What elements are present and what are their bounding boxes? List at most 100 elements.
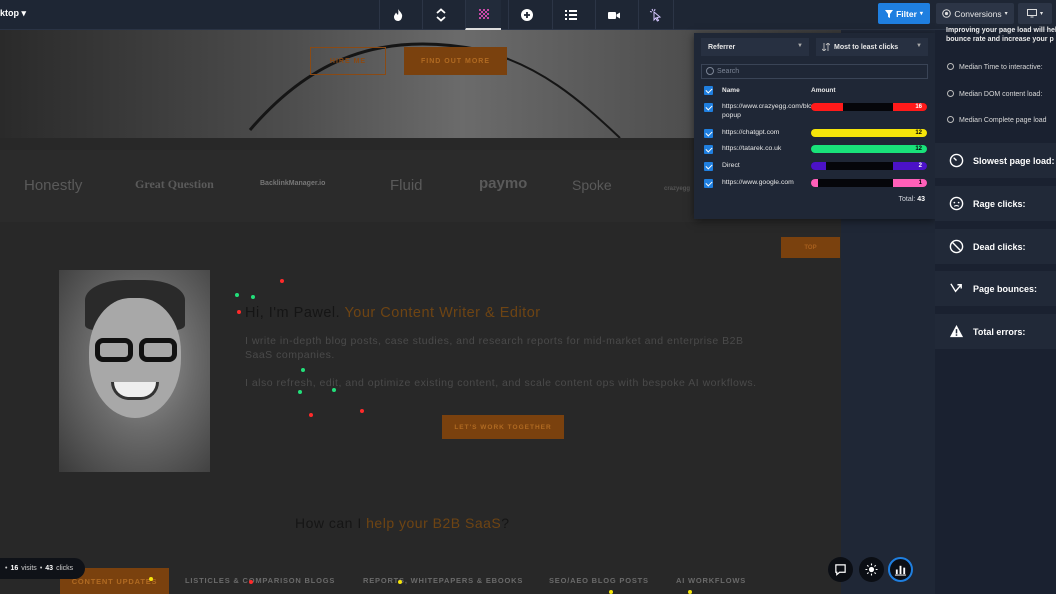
visits-label: visits xyxy=(21,565,37,572)
tool-click-dots[interactable] xyxy=(465,0,501,30)
referrer-row-name: https://tatarek.co.uk xyxy=(722,145,782,152)
angry-face-icon xyxy=(949,196,963,211)
insights-sidebar: Improving your page load will help bounc… xyxy=(935,27,1056,594)
referrer-row-name: Direct xyxy=(722,162,740,169)
sun-icon xyxy=(865,563,878,576)
referrer-bar-fill xyxy=(811,145,898,153)
logo-honestly: Honestly xyxy=(24,177,83,194)
prohibited-icon xyxy=(949,239,963,254)
card-page-bounces[interactable]: Page bounces: xyxy=(935,271,1056,306)
service-tab-ai[interactable]: AI WORKFLOWS xyxy=(676,576,746,585)
referrer-search-input[interactable]: Search xyxy=(701,64,928,79)
services-heading-start: How can I xyxy=(295,515,367,531)
info-icon xyxy=(947,90,954,97)
metric-dom-content-load[interactable]: Median DOM content load: xyxy=(947,90,1042,98)
click-dot xyxy=(301,368,305,372)
referrer-row-name: https://www.google.com xyxy=(722,179,794,186)
services-heading-end: ? xyxy=(501,515,510,531)
chevron-down-icon: ▼ xyxy=(797,43,803,49)
service-tab-seo[interactable]: SEO/AEO BLOG POSTS xyxy=(549,576,649,585)
referrer-bar-fill xyxy=(811,129,898,137)
click-dot xyxy=(249,580,253,584)
tool-heatmap[interactable] xyxy=(379,0,415,30)
monitor-icon xyxy=(1026,9,1037,18)
comments-button[interactable] xyxy=(828,557,853,582)
conversions-button[interactable]: Conversions ▾ xyxy=(936,3,1014,24)
filter-button[interactable]: Filter ▾ xyxy=(878,3,930,24)
display-device-button[interactable]: ▾ xyxy=(1018,3,1052,24)
referrer-total: Total: 43 xyxy=(899,196,925,203)
sort-select-value: Most to least clicks xyxy=(834,43,899,51)
referrer-row-checkbox[interactable] xyxy=(704,162,713,171)
bar-chart-icon xyxy=(894,565,907,576)
bullet-dot-icon: • xyxy=(39,565,43,572)
tool-add[interactable] xyxy=(508,0,544,30)
referrer-row-checkbox[interactable] xyxy=(704,179,713,188)
flame-icon xyxy=(393,9,402,21)
plus-circle-icon xyxy=(520,9,533,21)
intro-greeting: Hi, I'm Pawel. xyxy=(245,305,345,321)
tool-click-cursor[interactable] xyxy=(638,0,674,30)
column-amount-header: Amount xyxy=(811,87,836,94)
click-dot xyxy=(280,279,284,283)
analytics-button[interactable] xyxy=(888,557,913,582)
dimension-select[interactable]: Referrer ▼ xyxy=(701,38,809,56)
scroll-top-button[interactable]: TOP xyxy=(781,237,840,258)
click-dot xyxy=(332,388,336,392)
referrer-row-name: https://www.crazyegg.com/blog/exit-popup xyxy=(722,103,831,119)
insights-tip: Improving your page load will help bounc… xyxy=(946,27,1056,43)
metric-time-to-interactive[interactable]: Median Time to interactive: xyxy=(947,63,1043,71)
list-icon xyxy=(564,10,577,20)
gauge-icon xyxy=(949,153,963,168)
service-tab-reports[interactable]: REPORTS, WHITEPAPERS & EBOOKS xyxy=(363,576,523,585)
bounce-arrow-icon xyxy=(949,283,962,293)
metric-label: Median Time to interactive: xyxy=(959,64,1043,71)
referrer-row-checkbox[interactable] xyxy=(704,103,713,112)
intro-paragraph-1: I write in-depth blog posts, case studie… xyxy=(245,335,744,361)
device-selector[interactable]: ktop ▾ xyxy=(0,8,26,19)
brightness-button[interactable] xyxy=(859,557,884,582)
services-heading: How can I help your B2B SaaS? xyxy=(295,515,510,531)
top-toolbar: ktop ▾ Filter ▾ Conversions ▾ ▾ xyxy=(0,0,1056,30)
card-label: Dead clicks: xyxy=(973,241,1026,252)
click-dot xyxy=(688,590,692,594)
hire-me-button[interactable]: HIRE ME xyxy=(310,47,386,75)
referrer-panel: Referrer ▼ Most to least clicks ▼ Search N… xyxy=(694,33,935,219)
clicks-label: clicks xyxy=(56,565,74,572)
profile-photo xyxy=(59,270,210,472)
tool-recordings[interactable] xyxy=(595,0,631,30)
info-icon xyxy=(947,63,954,70)
card-slowest-page-load[interactable]: Slowest page load: xyxy=(935,143,1056,178)
visits-count: 16 xyxy=(10,565,19,572)
work-together-button[interactable]: LET'S WORK TOGETHER xyxy=(442,415,564,439)
tool-list[interactable] xyxy=(552,0,588,30)
sort-select[interactable]: Most to least clicks ▼ xyxy=(816,38,928,56)
referrer-bar-fill xyxy=(811,162,826,170)
chevron-down-icon: ▾ xyxy=(1004,11,1008,17)
logo-great-question: Great Question xyxy=(135,177,214,191)
find-out-more-button[interactable]: FIND OUT MORE xyxy=(404,47,507,75)
logo-fluid: Fluid xyxy=(390,177,423,194)
metric-complete-page-load[interactable]: Median Complete page load xyxy=(947,116,1047,124)
heatmap-app: HIRE ME FIND OUT MORE Honestly Great Que… xyxy=(0,0,1056,594)
logo-paymo: paymo xyxy=(479,175,528,192)
card-dead-clicks[interactable]: Dead clicks: xyxy=(935,229,1056,264)
total-value: 43 xyxy=(917,196,925,203)
card-label: Slowest page load: xyxy=(973,155,1055,166)
chevron-down-icon: ▾ xyxy=(1039,11,1043,17)
bullet-dot-icon: • xyxy=(5,565,8,572)
card-total-errors[interactable]: Total errors: xyxy=(935,314,1056,349)
video-camera-icon xyxy=(607,12,620,19)
scroll-arrows-icon xyxy=(435,8,446,22)
tool-scrollmap[interactable] xyxy=(422,0,458,30)
referrer-row-checkbox[interactable] xyxy=(704,145,713,154)
select-all-checkbox[interactable] xyxy=(704,86,713,95)
service-tab-listicles[interactable]: LISTICLES & COMPARISON BLOGS xyxy=(185,576,335,585)
chevron-down-icon: ▾ xyxy=(21,8,27,18)
dot-grid-icon xyxy=(478,9,489,19)
card-rage-clicks[interactable]: Rage clicks: xyxy=(935,186,1056,221)
referrer-row-checkbox[interactable] xyxy=(704,129,713,138)
metric-label: Median Complete page load xyxy=(959,117,1047,124)
referrer-row-count: 2 xyxy=(918,163,922,169)
logo-backlinkmanager: BacklinkManager.io xyxy=(260,180,326,187)
